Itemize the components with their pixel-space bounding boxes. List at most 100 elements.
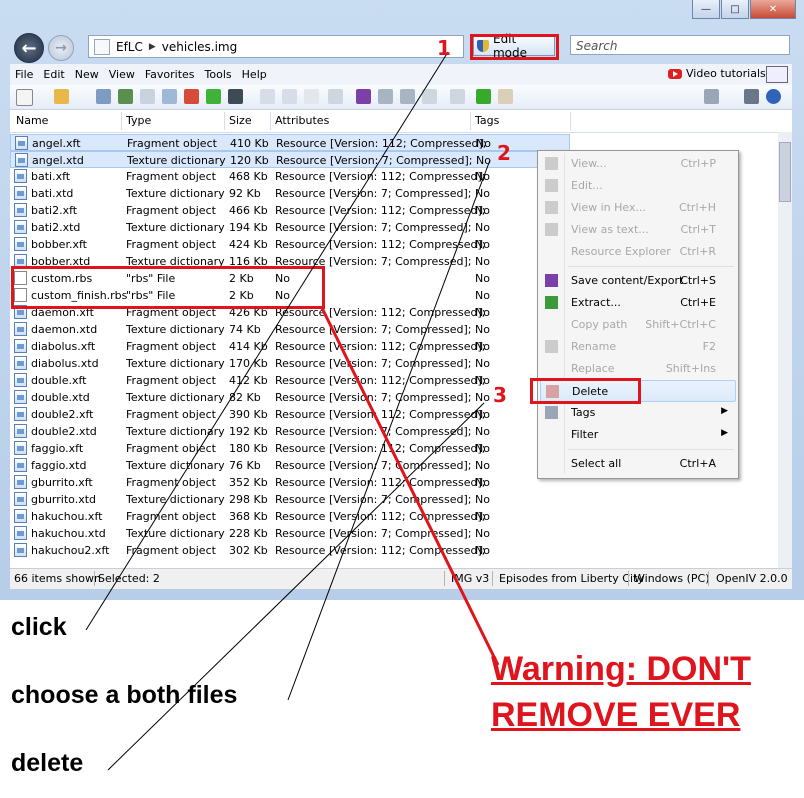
breadcrumb-file[interactable]: vehicles.img <box>162 40 237 54</box>
table-row[interactable]: hakuchou.xft Fragment object 368 Kb Resourc… <box>10 508 570 525</box>
status-items-shown: 66 items shown <box>14 572 101 585</box>
add-icon[interactable] <box>476 89 491 104</box>
table-row[interactable]: diabolus.xtd Texture dictionary 170 Kb Reso… <box>10 355 570 372</box>
run-icon[interactable] <box>206 89 221 104</box>
table-row[interactable]: double2.xtd Texture dictionary 192 Kb Resou… <box>10 423 570 440</box>
back-arrow-icon[interactable]: ← <box>14 33 44 63</box>
cell-name: bati2.xft <box>31 204 78 217</box>
document-icon[interactable] <box>260 89 275 104</box>
columns-icon[interactable] <box>744 89 759 104</box>
table-row[interactable]: double.xft Fragment object 412 Kb Resource … <box>10 372 570 389</box>
video-tutorials-link[interactable]: Video tutorials <box>668 67 766 80</box>
menu-item-replace[interactable]: Replace Shift+Ins <box>540 358 736 380</box>
context-menu: View... Ctrl+P Edit... View in Hex... Ctrl+H… <box>537 150 739 479</box>
menu-file[interactable]: File <box>10 68 38 81</box>
replace-icon[interactable] <box>400 89 415 104</box>
table-row[interactable]: double.xtd Texture dictionary 82 Kb Resourc… <box>10 389 570 406</box>
menu-item-view-in-hex[interactable]: View in Hex... Ctrl+H <box>540 197 736 219</box>
help-icon[interactable] <box>766 89 781 104</box>
menu-favorites[interactable]: Favorites <box>140 68 200 81</box>
cell-tags: No <box>475 170 490 183</box>
table-row[interactable]: gburrito.xft Fragment object 352 Kb Resourc… <box>10 474 570 491</box>
menu-new[interactable]: New <box>70 68 104 81</box>
grid-icon[interactable] <box>140 89 155 104</box>
table-row[interactable]: angel.xtd Texture dictionary 120 Kb Resourc… <box>10 151 570 168</box>
tree-icon[interactable] <box>184 89 199 104</box>
resource-file-icon <box>14 322 27 336</box>
play-icon[interactable] <box>162 89 177 104</box>
export-icon[interactable] <box>228 89 243 104</box>
view-list-icon[interactable] <box>704 89 719 104</box>
cell-tags: No <box>475 238 490 251</box>
folder-icon <box>94 38 110 55</box>
import-icon[interactable] <box>450 89 465 104</box>
table-row[interactable]: bati2.xtd Texture dictionary 194 Kb Resourc… <box>10 219 570 236</box>
image-icon[interactable] <box>118 89 133 104</box>
menu-item-filter[interactable]: Filter ▶ <box>540 424 736 446</box>
address-row: ← → EfLC ▶ vehicles.img Edit mode Search <box>0 30 804 64</box>
column-name[interactable]: Name <box>16 114 48 127</box>
menu-item-edit[interactable]: Edit... <box>540 175 736 197</box>
menu-item-label: Filter <box>571 428 599 441</box>
table-row[interactable]: angel.xft Fragment object 410 Kb Resource [… <box>10 134 570 151</box>
address-bar[interactable]: EfLC ▶ vehicles.img <box>88 35 464 58</box>
column-attributes[interactable]: Attributes <box>275 114 329 127</box>
cell-attr: Resource [Version: 7; Compressed]; <box>275 357 472 370</box>
find-icon[interactable] <box>282 89 297 104</box>
column-size[interactable]: Size <box>229 114 252 127</box>
menu-item-resource-explorer[interactable]: Resource Explorer Ctrl+R <box>540 241 736 263</box>
menu-item-copy-path[interactable]: Copy path Shift+Ctrl+C <box>540 314 736 336</box>
table-row[interactable]: bati.xtd Texture dictionary 92 Kb Resource … <box>10 185 570 202</box>
forward-arrow-icon[interactable]: → <box>48 35 74 61</box>
breadcrumb-root[interactable]: EfLC <box>116 40 143 54</box>
menu-item-select-all[interactable]: Select all Ctrl+A <box>540 453 736 475</box>
vertical-scrollbar[interactable] <box>778 132 792 568</box>
column-tags[interactable]: Tags <box>475 114 499 127</box>
table-row[interactable]: double2.xft Fragment object 390 Kb Resource… <box>10 406 570 423</box>
new-file-icon[interactable] <box>16 89 33 106</box>
menu-help[interactable]: Help <box>237 68 272 81</box>
menu-item-view-as-text[interactable]: View as text... Ctrl+T <box>540 219 736 241</box>
close-button[interactable]: ✕ <box>750 0 796 19</box>
table-row[interactable]: diabolus.xft Fragment object 414 Kb Resourc… <box>10 338 570 355</box>
menu-item-view[interactable]: View... Ctrl+P <box>540 153 736 175</box>
open-folder-icon[interactable] <box>54 89 69 104</box>
table-row[interactable]: daemon.xtd Texture dictionary 74 Kb Resourc… <box>10 321 570 338</box>
menu-item-tags[interactable]: Tags ▶ <box>540 402 736 424</box>
table-row[interactable]: bati2.xft Fragment object 466 Kb Resource [… <box>10 202 570 219</box>
settings-icon[interactable] <box>96 89 111 104</box>
window-view-icon[interactable] <box>766 66 788 83</box>
status-platform: Windows (PC) <box>634 572 710 585</box>
edit-icon[interactable] <box>498 89 513 104</box>
save-icon[interactable] <box>356 89 371 104</box>
column-type[interactable]: Type <box>126 114 151 127</box>
table-row[interactable]: faggio.xft Fragment object 180 Kb Resource … <box>10 440 570 457</box>
scrollbar-thumb[interactable] <box>779 142 791 202</box>
menu-item-extract[interactable]: Extract... Ctrl+E <box>540 292 736 314</box>
menu-tools[interactable]: Tools <box>200 68 237 81</box>
copy-icon[interactable] <box>422 89 437 104</box>
cell-tags: No <box>475 459 490 472</box>
cell-name: gburrito.xtd <box>31 493 96 506</box>
cell-attr: Resource [Version: 112; Compressed]; <box>275 476 486 489</box>
menu-item-rename[interactable]: Rename F2 <box>540 336 736 358</box>
menu-edit[interactable]: Edit <box>38 68 69 81</box>
table-row[interactable]: hakuchou2.xft Fragment object 302 Kb Resour… <box>10 542 570 559</box>
cell-name: daemon.xtd <box>31 323 98 336</box>
menu-item-save-content-export[interactable]: Save content/Export Ctrl+S <box>540 270 736 292</box>
properties-icon[interactable] <box>328 89 343 104</box>
cell-name: gburrito.xft <box>31 476 93 489</box>
maximize-button[interactable]: □ <box>721 0 749 19</box>
minimize-button[interactable]: — <box>692 0 720 19</box>
text-icon[interactable] <box>304 89 319 104</box>
extract-icon[interactable] <box>378 89 393 104</box>
resource-file-icon <box>14 390 27 404</box>
table-row[interactable]: gburrito.xtd Texture dictionary 298 Kb Reso… <box>10 491 570 508</box>
table-row[interactable]: bati.xft Fragment object 468 Kb Resource [V… <box>10 168 570 185</box>
submenu-arrow-icon: ▶ <box>721 428 728 438</box>
table-row[interactable]: bobber.xft Fragment object 424 Kb Resource … <box>10 236 570 253</box>
menu-view[interactable]: View <box>104 68 140 81</box>
search-input[interactable]: Search <box>570 35 790 55</box>
table-row[interactable]: hakuchou.xtd Texture dictionary 228 Kb Reso… <box>10 525 570 542</box>
table-row[interactable]: faggio.xtd Texture dictionary 76 Kb Resourc… <box>10 457 570 474</box>
